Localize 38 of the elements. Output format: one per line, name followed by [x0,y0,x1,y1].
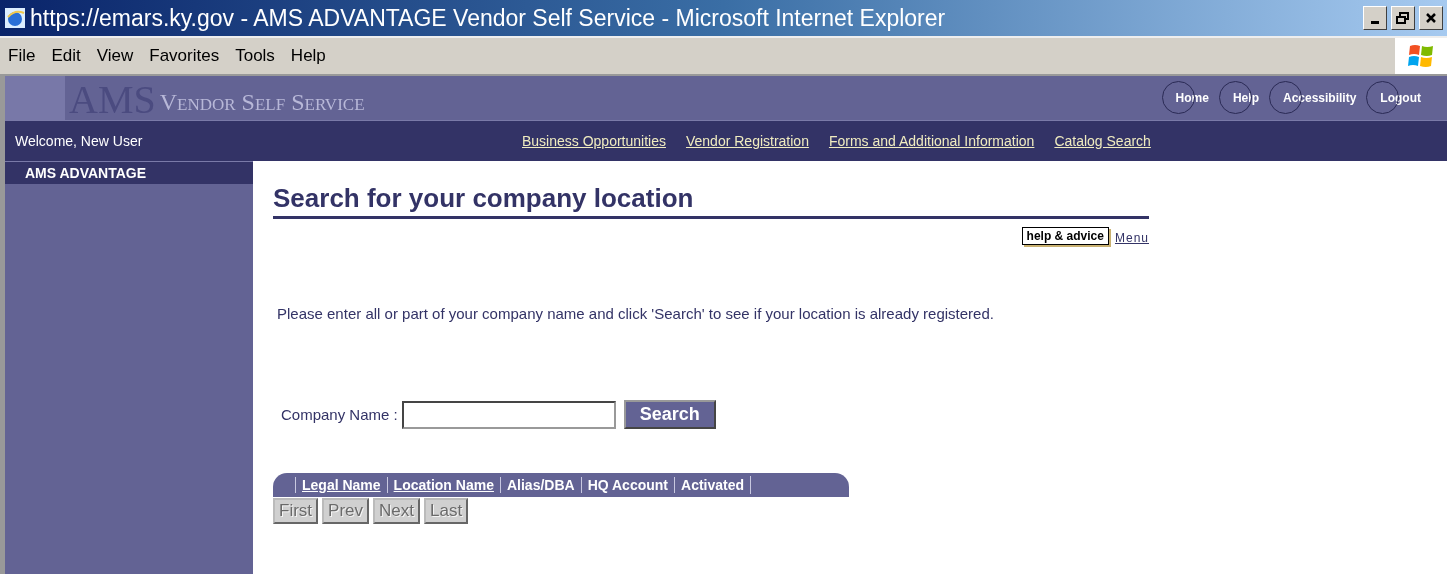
header-button[interactable]: Home [1161,81,1213,115]
site-subtitle: Vendor Self Service [159,89,365,116]
sidebar-title: AMS ADVANTAGE [5,161,253,184]
window-title: https://emars.ky.gov - AMS ADVANTAGE Vendor Self Service - Microsoft Internet Explorer [30,4,947,32]
field-label: Company Name : [281,406,398,423]
nav-link[interactable]: Forms and Additional Information [828,133,1035,149]
welcome-text: Welcome, New User [15,133,144,149]
menu-item[interactable]: File [0,46,44,66]
help-button[interactable]: help & advice [1021,227,1109,245]
menu-item[interactable]: Favorites [141,46,228,66]
minimize-button[interactable] [1363,6,1387,30]
menu-item[interactable]: Help [282,46,334,66]
header-button[interactable]: Logout [1366,81,1425,115]
nav-link[interactable]: Vendor Registration [685,133,809,149]
company-name-field[interactable] [401,400,616,429]
header-button[interactable]: Accessibility [1268,81,1361,115]
nav-link[interactable]: Catalog Search [1054,133,1151,149]
minimize-icon [1371,20,1379,24]
column-header[interactable]: Legal Name [295,477,387,493]
restore-icon [1396,12,1410,24]
header-button[interactable]: Help [1218,81,1263,115]
column-header[interactable]: Location Name [386,477,500,493]
menu-item[interactable]: Edit [43,46,89,66]
windows-flag-icon [1395,38,1447,74]
column-header: Activated [674,477,751,493]
menu-link[interactable]: Menu [1114,231,1149,245]
nav-link[interactable]: Business Opportunities [522,133,666,149]
restore-button[interactable] [1391,6,1415,30]
column-header: Alias/DBA [499,477,581,493]
menu-item[interactable]: Tools [227,46,283,66]
browser-icon [4,7,26,29]
close-button[interactable] [1419,6,1443,30]
menu-item[interactable]: View [88,46,142,66]
close-icon [1425,12,1437,24]
search-button[interactable]: Search [623,400,716,429]
page-heading: Search for your company location [273,183,1149,219]
column-header: HQ Account [580,477,674,493]
instructions-text: Please enter all or part of your company name and click 'Search' to see if your location is already registered. [277,305,995,322]
